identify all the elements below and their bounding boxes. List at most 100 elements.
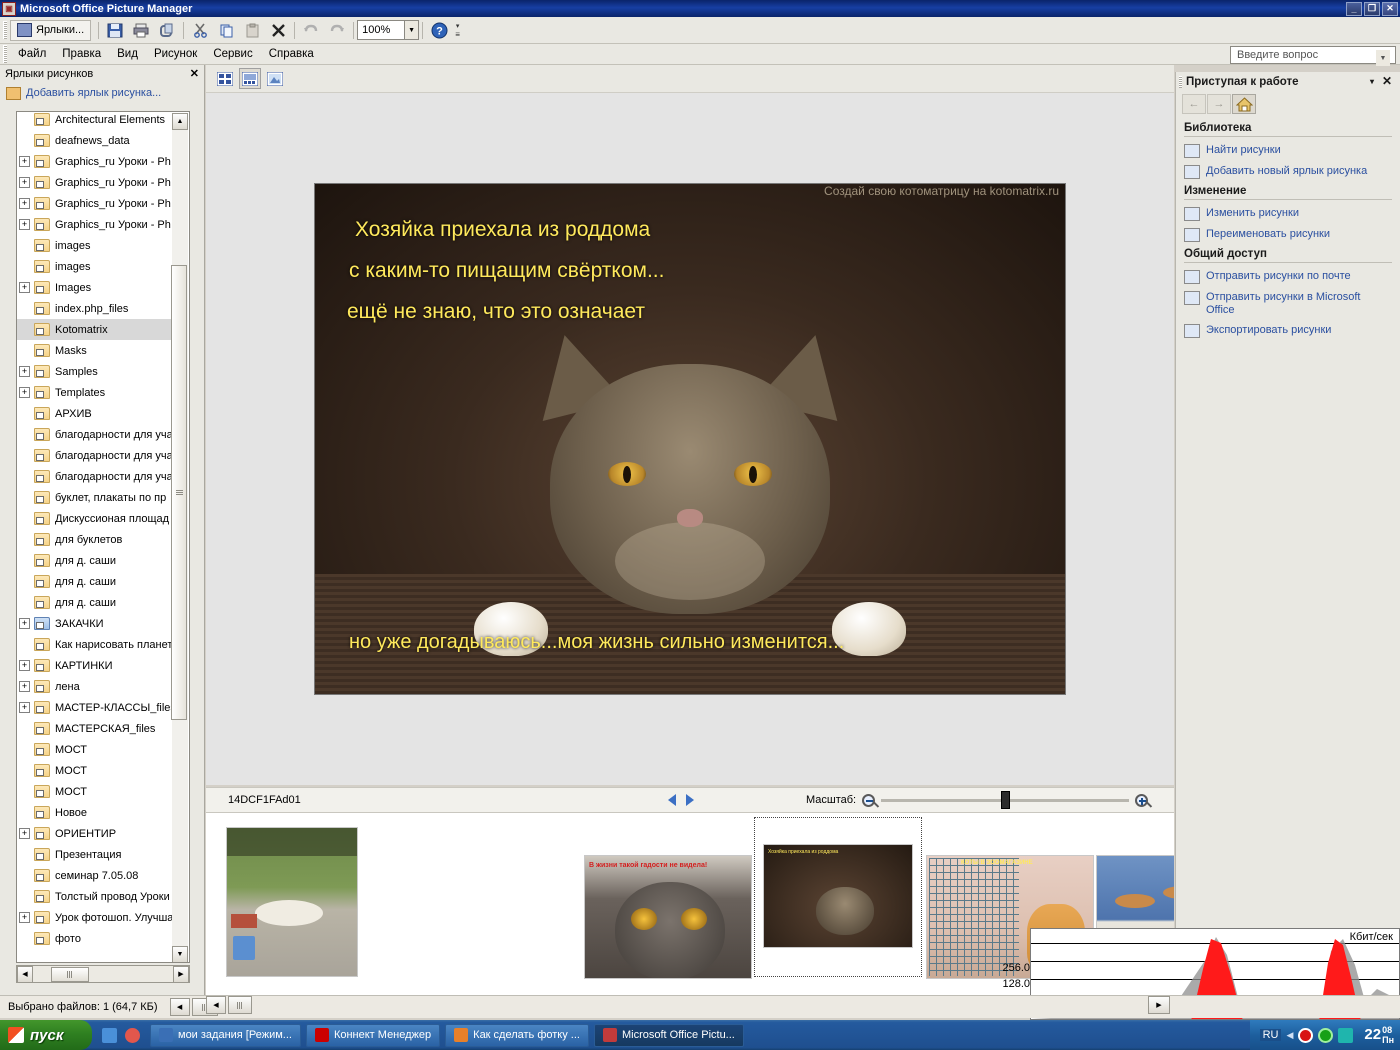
filmstrip-scroll-grip[interactable] <box>228 996 252 1014</box>
tree-item[interactable]: МОСТ <box>17 781 173 802</box>
tree-item[interactable]: + ОРИЕНТИР <box>17 823 173 844</box>
taskbar-item[interactable]: Microsoft Office Pictu... <box>593 1023 744 1047</box>
tree-item[interactable]: для д. саши <box>17 571 173 592</box>
ask-question-arrow[interactable]: ▼ <box>1376 50 1390 66</box>
quicklaunch-icon-1[interactable] <box>102 1027 117 1043</box>
maximize-button[interactable]: ❐ <box>1364 1 1380 16</box>
tree-expand-icon[interactable]: + <box>19 198 30 209</box>
tray-expand-icon[interactable]: ◀ <box>1286 1030 1293 1041</box>
task-pane-link[interactable]: Добавить новый ярлык рисунка <box>1184 165 1392 179</box>
thumbnail-1[interactable] <box>226 827 358 977</box>
tree-item[interactable]: Презентация <box>17 844 173 865</box>
tree-item[interactable]: Architectural Elements <box>17 112 173 130</box>
tree-item[interactable]: index.php_files <box>17 298 173 319</box>
menu-help[interactable]: Справка <box>261 46 322 62</box>
tree-item[interactable]: images <box>17 235 173 256</box>
language-indicator[interactable]: RU <box>1259 1029 1282 1041</box>
tree-vertical-scrollbar[interactable]: ▲ ▼ <box>171 113 188 962</box>
task-pane-link[interactable]: Экспортировать рисунки <box>1184 324 1392 338</box>
tree-item[interactable]: фото <box>17 928 173 949</box>
menu-edit[interactable]: Правка <box>54 46 109 62</box>
tray-icon-green[interactable] <box>1318 1027 1334 1043</box>
tree-expand-icon[interactable]: + <box>19 702 30 713</box>
menu-picture[interactable]: Рисунок <box>146 46 205 62</box>
zoom-slider[interactable] <box>881 790 1130 809</box>
forward-button[interactable]: → <box>1207 94 1231 114</box>
tree-item[interactable]: благодарности для уча <box>17 466 173 487</box>
quicklaunch-icon-2[interactable] <box>125 1027 140 1043</box>
tree-item[interactable]: благодарности для уча <box>17 424 173 445</box>
zoom-out-icon[interactable] <box>862 793 876 807</box>
zoom-combo[interactable]: 100% <box>357 20 406 40</box>
tree-item[interactable]: семинар 7.05.08 <box>17 865 173 886</box>
delete-button[interactable] <box>266 19 290 41</box>
tree-item[interactable]: МОСТ <box>17 739 173 760</box>
thumbnail-3[interactable]: Хозяйка приехала из роддома <box>754 817 922 977</box>
tree-item[interactable]: deafnews_data <box>17 130 173 151</box>
shortcuts-tree[interactable]: Architectural Elements deafnews_data + Grap… <box>16 111 190 963</box>
shortcuts-button[interactable]: Ярлыки... <box>10 19 92 41</box>
copy-button[interactable] <box>214 19 238 41</box>
tree-scroll-left-button[interactable]: ◀ <box>17 965 33 983</box>
tree-item[interactable]: для буклетов <box>17 529 173 550</box>
tree-expand-icon[interactable]: + <box>19 681 30 692</box>
tree-expand-icon[interactable]: + <box>19 282 30 293</box>
paste-button[interactable] <box>240 19 264 41</box>
tree-expand-icon[interactable]: + <box>19 660 30 671</box>
tree-scroll-down-button[interactable]: ▼ <box>172 946 188 962</box>
print-button[interactable] <box>129 19 153 41</box>
tree-horizontal-scrollbar[interactable]: ◀ ▶ <box>16 965 190 983</box>
taskbar-item[interactable]: мои задания [Режим... <box>150 1023 301 1047</box>
tree-item[interactable]: АРХИВ <box>17 403 173 424</box>
tree-item[interactable]: + КАРТИНКИ <box>17 655 173 676</box>
toolbar-overflow-button[interactable]: ▾ ≡ <box>452 19 463 41</box>
tree-item[interactable]: Новое <box>17 802 173 823</box>
tree-item[interactable]: МАСТЕРСКАЯ_files <box>17 718 173 739</box>
zoom-slider-thumb[interactable] <box>1001 790 1011 809</box>
zoom-in-icon[interactable] <box>1135 793 1149 807</box>
tree-item[interactable]: + ЗАКАЧКИ <box>17 613 173 634</box>
taskbar-item[interactable]: Как сделать фотку ... <box>445 1023 589 1047</box>
tree-expand-icon[interactable]: + <box>19 912 30 923</box>
add-picture-shortcut-link[interactable]: Добавить ярлык рисунка... <box>0 83 204 103</box>
previous-image-button[interactable] <box>668 794 676 806</box>
tree-item[interactable]: + Graphics_ru Уроки - Ph <box>17 214 173 235</box>
tree-hscroll-thumb[interactable] <box>51 966 89 982</box>
menu-tools[interactable]: Сервис <box>205 46 260 62</box>
tree-item[interactable]: буклет, плакаты по пр <box>17 487 173 508</box>
save-button[interactable] <box>103 19 127 41</box>
tree-item[interactable]: + Images <box>17 277 173 298</box>
tree-item[interactable]: + Урок фотошоп. Улучша <box>17 907 173 928</box>
tree-item[interactable]: + Graphics_ru Уроки - Ph <box>17 151 173 172</box>
taskbar-item[interactable]: Коннект Менеджер <box>305 1023 441 1047</box>
task-pane-link[interactable]: Найти рисунки <box>1184 144 1392 158</box>
tree-item[interactable]: Как нарисовать планет <box>17 634 173 655</box>
tree-item[interactable]: благодарности для уча <box>17 445 173 466</box>
help-button[interactable]: ? <box>427 19 451 41</box>
tray-icon-power[interactable] <box>1298 1027 1314 1043</box>
redo-button[interactable] <box>325 19 349 41</box>
tree-item[interactable]: + МАСТЕР-КЛАССЫ_files <box>17 697 176 718</box>
tree-item[interactable]: МОСТ <box>17 760 173 781</box>
tree-expand-icon[interactable]: + <box>19 828 30 839</box>
task-pane-grip[interactable] <box>1179 76 1182 88</box>
tree-item[interactable]: Masks <box>17 340 173 361</box>
tree-expand-icon[interactable]: + <box>19 219 30 230</box>
start-button[interactable]: пуск <box>0 1020 92 1050</box>
tree-item[interactable]: images <box>17 256 173 277</box>
task-pane-link[interactable]: Изменить рисунки <box>1184 207 1392 221</box>
tree-expand-icon[interactable]: + <box>19 618 30 629</box>
task-pane-link[interactable]: Отправить рисунки в Microsoft Office <box>1184 291 1392 317</box>
tray-icon-teal[interactable] <box>1338 1027 1354 1043</box>
tree-item[interactable]: для д. саши <box>17 592 173 613</box>
tree-item[interactable]: Kotomatrix <box>17 319 173 340</box>
cut-button[interactable] <box>188 19 212 41</box>
pane-close-icon[interactable]: ✕ <box>190 67 199 80</box>
ask-question-input[interactable]: Введите вопрос ▼ <box>1230 46 1396 66</box>
tree-item[interactable]: + Samples <box>17 361 173 382</box>
tree-scroll-right-button[interactable]: ▶ <box>173 965 189 983</box>
tree-item[interactable]: для д. саши <box>17 550 173 571</box>
task-pane-link[interactable]: Переименовать рисунки <box>1184 228 1392 242</box>
email-button[interactable] <box>155 19 179 41</box>
tree-item[interactable]: + Graphics_ru Уроки - Ph <box>17 172 173 193</box>
